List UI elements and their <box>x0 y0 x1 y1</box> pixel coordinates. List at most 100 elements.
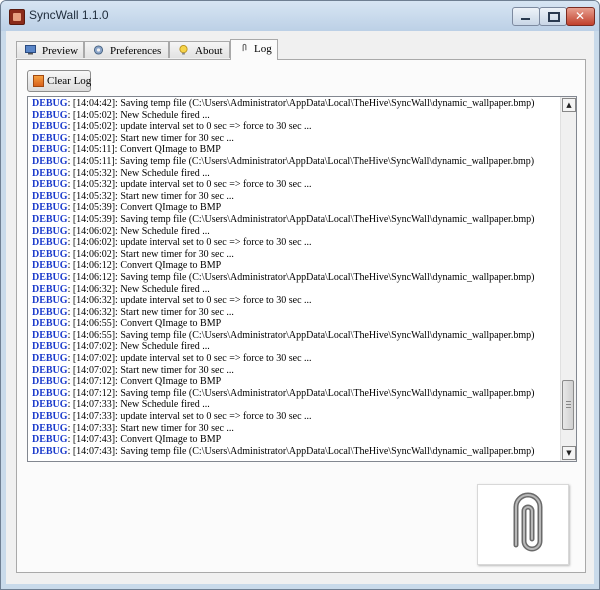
log-message: : [14:05:39]: Saving temp file (C:\Users… <box>67 213 535 225</box>
log-message: : [14:05:02]: update interval set to 0 s… <box>67 121 312 133</box>
monitor-icon <box>25 45 36 55</box>
log-level: DEBUG <box>32 248 68 260</box>
log-level: DEBUG <box>32 132 68 144</box>
title-bar[interactable]: SyncWall 1.1.0 ✕ <box>1 1 599 31</box>
tab-log-label: Log <box>254 43 272 55</box>
tab-log[interactable]: Log <box>230 39 278 60</box>
log-line: DEBUG: [14:06:55]: Convert QImage to BMP <box>32 318 557 330</box>
log-message: : [14:06:55]: Saving temp file (C:\Users… <box>67 329 535 341</box>
log-level: DEBUG <box>32 341 68 353</box>
log-level: DEBUG <box>32 98 68 109</box>
log-level: DEBUG <box>32 237 68 249</box>
clear-log-label: Clear Log <box>47 75 92 87</box>
tab-about[interactable]: About <box>169 41 230 58</box>
app-window: SyncWall 1.1.0 ✕ Preview Preferences Abo… <box>0 0 600 590</box>
log-message: : [14:06:32]: New Schedule fired ... <box>67 283 210 295</box>
log-line: DEBUG: [14:07:02]: New Schedule fired ..… <box>32 341 557 353</box>
log-message: : [14:07:12]: Saving temp file (C:\Users… <box>67 387 535 399</box>
log-message: : [14:05:11]: Convert QImage to BMP <box>67 144 221 156</box>
log-line: DEBUG: [14:06:32]: update interval set t… <box>32 295 557 307</box>
log-message: : [14:07:33]: Start new timer for 30 sec… <box>67 422 234 434</box>
log-line: DEBUG: [14:05:39]: Saving temp file (C:\… <box>32 214 557 226</box>
log-message: : [14:07:02]: Start new timer for 30 sec… <box>67 364 234 376</box>
log-line: DEBUG: [14:06:02]: update interval set t… <box>32 237 557 249</box>
log-message: : [14:07:43]: Saving temp file (C:\Users… <box>67 445 535 457</box>
log-message: : [14:05:11]: Saving temp file (C:\Users… <box>67 155 535 167</box>
log-level: DEBUG <box>32 353 68 365</box>
log-line: DEBUG: [14:07:02]: Start new timer for 3… <box>32 365 557 377</box>
scrollbar-thumb[interactable] <box>562 380 574 430</box>
log-level: DEBUG <box>32 202 68 214</box>
client-area: Preview Preferences About Log Clear Log … <box>6 31 594 584</box>
log-level: DEBUG <box>32 411 68 423</box>
log-message: : [14:07:12]: Convert QImage to BMP <box>67 376 222 388</box>
paperclip-icon <box>513 492 543 552</box>
log-message: : [14:05:02]: Start new timer for 30 sec… <box>67 132 234 144</box>
log-message: : [14:05:32]: Start new timer for 30 sec… <box>67 190 234 202</box>
bucket-icon <box>33 75 44 87</box>
log-message: : [14:06:55]: Convert QImage to BMP <box>67 318 222 330</box>
log-level: DEBUG <box>32 364 68 376</box>
log-message: : [14:06:02]: Start new timer for 30 sec… <box>67 248 234 260</box>
log-panel: Clear Log DEBUG: [14:04:42]: Saving temp… <box>16 59 586 573</box>
log-level: DEBUG <box>32 318 68 330</box>
minimize-button[interactable] <box>512 7 540 26</box>
log-level: DEBUG <box>32 295 68 307</box>
attachment-box <box>477 484 569 565</box>
vertical-scrollbar[interactable]: ▲ ▼ <box>560 97 576 461</box>
log-lines: DEBUG: [14:04:42]: Saving temp file (C:\… <box>32 98 557 457</box>
log-message: : [14:04:42]: Saving temp file (C:\Users… <box>67 98 535 109</box>
log-line: DEBUG: [14:05:11]: Convert QImage to BMP <box>32 144 557 156</box>
tab-preview-label: Preview <box>42 45 79 57</box>
log-line: DEBUG: [14:04:42]: Saving temp file (C:\… <box>32 98 557 110</box>
log-level: DEBUG <box>32 399 68 411</box>
log-line: DEBUG: [14:05:32]: update interval set t… <box>32 179 557 191</box>
maximize-icon <box>548 12 560 22</box>
log-line: DEBUG: [14:07:33]: Start new timer for 3… <box>32 423 557 435</box>
log-line: DEBUG: [14:06:12]: Saving temp file (C:\… <box>32 272 557 284</box>
log-line: DEBUG: [14:07:33]: update interval set t… <box>32 411 557 423</box>
log-line: DEBUG: [14:05:02]: New Schedule fired ..… <box>32 110 557 122</box>
log-level: DEBUG <box>32 121 68 133</box>
log-level: DEBUG <box>32 167 68 179</box>
log-message: : [14:07:02]: New Schedule fired ... <box>67 341 210 353</box>
log-level: DEBUG <box>32 387 68 399</box>
thumb-grip <box>566 401 571 402</box>
log-level: DEBUG <box>32 271 68 283</box>
log-level: DEBUG <box>32 260 68 272</box>
close-icon: ✕ <box>575 9 586 23</box>
tab-preview[interactable]: Preview <box>16 41 84 58</box>
log-message: : [14:06:12]: Convert QImage to BMP <box>67 260 222 272</box>
log-message: : [14:06:32]: update interval set to 0 s… <box>67 295 312 307</box>
paperclip-icon <box>242 43 247 52</box>
scroll-up-button[interactable]: ▲ <box>562 98 576 112</box>
log-message: : [14:07:33]: New Schedule fired ... <box>67 399 210 411</box>
log-message: : [14:06:32]: Start new timer for 30 sec… <box>67 306 234 318</box>
log-message: : [14:07:43]: Convert QImage to BMP <box>67 434 222 446</box>
log-line: DEBUG: [14:07:43]: Convert QImage to BMP <box>32 434 557 446</box>
log-line: DEBUG: [14:06:02]: New Schedule fired ..… <box>32 226 557 238</box>
log-line: DEBUG: [14:06:02]: Start new timer for 3… <box>32 249 557 261</box>
close-button[interactable]: ✕ <box>566 7 595 26</box>
tab-preferences[interactable]: Preferences <box>84 41 169 58</box>
thumb-grip <box>566 407 571 408</box>
log-line: DEBUG: [14:07:12]: Convert QImage to BMP <box>32 376 557 388</box>
log-line: DEBUG: [14:07:12]: Saving temp file (C:\… <box>32 388 557 400</box>
scroll-down-button[interactable]: ▼ <box>562 446 576 460</box>
log-message: : [14:05:32]: New Schedule fired ... <box>67 167 210 179</box>
minimize-icon <box>521 18 530 20</box>
log-level: DEBUG <box>32 376 68 388</box>
tab-preferences-label: Preferences <box>110 45 162 57</box>
log-level: DEBUG <box>32 155 68 167</box>
log-level: DEBUG <box>32 329 68 341</box>
log-line: DEBUG: [14:05:32]: New Schedule fired ..… <box>32 168 557 180</box>
log-line: DEBUG: [14:05:11]: Saving temp file (C:\… <box>32 156 557 168</box>
app-icon <box>9 9 25 25</box>
maximize-button[interactable] <box>539 7 567 26</box>
log-message: : [14:07:02]: update interval set to 0 s… <box>67 353 312 365</box>
log-message: : [14:07:33]: update interval set to 0 s… <box>67 411 312 423</box>
clear-log-button[interactable]: Clear Log <box>27 70 91 92</box>
log-line: DEBUG: [14:07:33]: New Schedule fired ..… <box>32 399 557 411</box>
log-view[interactable]: DEBUG: [14:04:42]: Saving temp file (C:\… <box>27 96 577 462</box>
log-line: DEBUG: [14:05:02]: update interval set t… <box>32 121 557 133</box>
